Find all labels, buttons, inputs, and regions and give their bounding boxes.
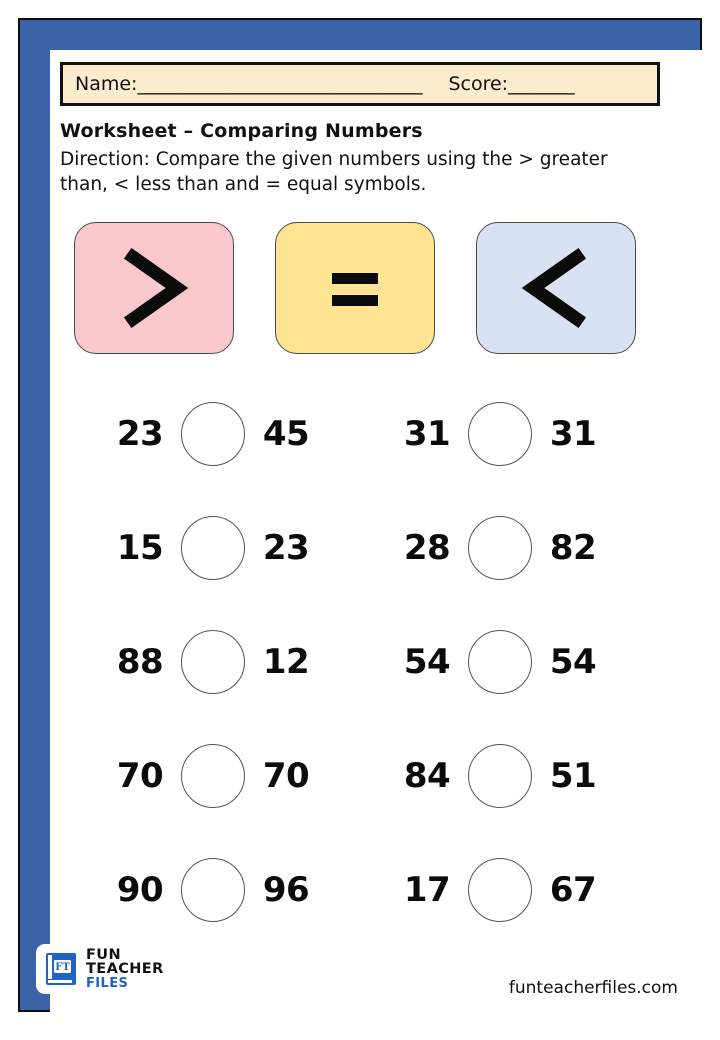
- symbol-card-greater-than[interactable]: [74, 222, 234, 354]
- problem-grid: 23 45 31 31 15 23 28 82 88 12 54 54 70 7…: [60, 392, 660, 962]
- answer-circle[interactable]: [468, 630, 532, 694]
- less-than-icon: [521, 247, 587, 329]
- problem-item: 17 67: [375, 848, 625, 932]
- answer-circle[interactable]: [181, 858, 245, 922]
- left-number: 84: [403, 756, 451, 796]
- answer-circle[interactable]: [468, 858, 532, 922]
- left-number: 70: [116, 756, 164, 796]
- right-number: 54: [549, 642, 597, 682]
- problem-item: 54 54: [375, 620, 625, 704]
- right-number: 82: [549, 528, 597, 568]
- logo-line-1: FUN TEACHER: [86, 946, 164, 978]
- left-number: 28: [403, 528, 451, 568]
- right-number: 70: [262, 756, 310, 796]
- answer-circle[interactable]: [468, 516, 532, 580]
- right-number: 31: [549, 414, 597, 454]
- logo-wordmark: FUN TEACHER FILES: [86, 946, 204, 992]
- problem-row: 88 12 54 54: [60, 620, 660, 734]
- brand-logo[interactable]: FT FUN TEACHER FILES: [36, 944, 204, 994]
- right-number: 23: [262, 528, 310, 568]
- book-icon: FT: [46, 953, 76, 985]
- logo-line-2: FILES: [86, 976, 129, 992]
- logo-mark-text: FT: [55, 962, 70, 973]
- problem-row: 23 45 31 31: [60, 392, 660, 506]
- problem-item: 90 96: [88, 848, 338, 932]
- answer-circle[interactable]: [181, 630, 245, 694]
- right-number: 51: [549, 756, 597, 796]
- right-number: 45: [262, 414, 310, 454]
- left-number: 15: [116, 528, 164, 568]
- symbol-card-less-than[interactable]: [476, 222, 636, 354]
- symbol-key-group: [60, 222, 660, 360]
- worksheet-page: Name:______________________________ Scor…: [0, 0, 720, 1040]
- right-number: 96: [262, 870, 310, 910]
- answer-circle[interactable]: [181, 744, 245, 808]
- problem-item: 15 23: [88, 506, 338, 590]
- left-number: 54: [403, 642, 451, 682]
- left-number: 88: [116, 642, 164, 682]
- right-number: 12: [262, 642, 310, 682]
- left-number: 31: [403, 414, 451, 454]
- problem-row: 15 23 28 82: [60, 506, 660, 620]
- greater-than-icon: [123, 247, 189, 329]
- problem-item: 28 82: [375, 506, 625, 590]
- website-url: funteacherfiles.com: [508, 978, 678, 998]
- problem-item: 23 45: [88, 392, 338, 476]
- equals-icon: [332, 273, 378, 306]
- name-score-bar: Name:______________________________ Scor…: [60, 62, 660, 106]
- problem-item: 84 51: [375, 734, 625, 818]
- problem-row: 70 70 84 51: [60, 734, 660, 848]
- symbol-card-equal-to[interactable]: [275, 222, 435, 354]
- direction-text: Direction: Compare the given numbers usi…: [60, 149, 608, 195]
- left-number: 90: [116, 870, 164, 910]
- right-number: 67: [549, 870, 597, 910]
- left-number: 23: [116, 414, 164, 454]
- answer-circle[interactable]: [468, 402, 532, 466]
- score-field-label[interactable]: Score:_______: [448, 73, 574, 95]
- answer-circle[interactable]: [181, 402, 245, 466]
- answer-circle[interactable]: [468, 744, 532, 808]
- name-field-label[interactable]: Name:______________________________: [75, 73, 422, 95]
- problem-item: 70 70: [88, 734, 338, 818]
- answer-circle[interactable]: [181, 516, 245, 580]
- problem-item: 31 31: [375, 392, 625, 476]
- left-number: 17: [403, 870, 451, 910]
- problem-item: 88 12: [88, 620, 338, 704]
- page-title: Worksheet – Comparing Numbers: [60, 120, 423, 142]
